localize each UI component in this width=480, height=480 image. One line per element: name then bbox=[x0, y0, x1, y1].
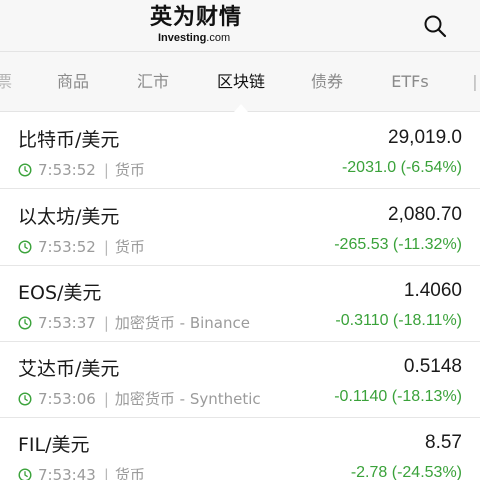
update-time: 7:53:52 bbox=[38, 237, 96, 256]
logo-en: Investing.com bbox=[150, 32, 260, 44]
price-change: -2031.0 (-6.54%) bbox=[341, 159, 462, 176]
tab-commodities[interactable]: 商品 bbox=[48, 52, 98, 112]
instrument-category: 加密货币 - Binance bbox=[114, 314, 250, 332]
clock-icon bbox=[18, 239, 32, 254]
separator: | bbox=[103, 465, 109, 480]
tab-bonds[interactable]: 债券 bbox=[302, 52, 352, 112]
instrument-name: 比特币/美元 bbox=[18, 129, 120, 151]
separator: | bbox=[103, 160, 109, 179]
update-time: 7:53:06 bbox=[38, 389, 96, 408]
logo[interactable]: 英为财情 Investing.com bbox=[150, 6, 260, 46]
separator: | bbox=[103, 313, 109, 332]
price-change: -0.1140 (-18.13%) bbox=[334, 388, 462, 405]
list-item[interactable]: 艾达币/美元 0.5148 7:53:06 | 加密货币 - Synthetic -… bbox=[0, 342, 480, 418]
clock-icon bbox=[18, 391, 32, 406]
instrument-price: 2,080.70 bbox=[388, 204, 462, 225]
instrument-meta: 7:53:37 | 加密货币 - Binance bbox=[18, 312, 250, 333]
tab-stocks-partial[interactable]: 票 bbox=[0, 52, 16, 112]
category-tabs: 票 商品 汇市 区块链 债券 ETFs | bbox=[0, 52, 480, 112]
logo-en-suffix: .com bbox=[206, 32, 231, 44]
instrument-name: EOS/美元 bbox=[18, 282, 102, 304]
price-change: -0.3110 (-18.11%) bbox=[335, 312, 462, 329]
instrument-meta: 7:53:52 | 货币 bbox=[18, 236, 145, 257]
price-change: -2.78 (-24.53%) bbox=[350, 464, 462, 480]
instrument-name: FIL/美元 bbox=[18, 434, 90, 456]
instrument-name: 以太坊/美元 bbox=[18, 206, 120, 228]
tab-more-partial[interactable]: | bbox=[470, 52, 480, 112]
active-tab-indicator bbox=[234, 104, 248, 112]
instrument-name: 艾达币/美元 bbox=[18, 358, 120, 380]
list-item[interactable]: FIL/美元 8.57 7:53:43 | 货币 -2.78 (-24.53%) bbox=[0, 418, 480, 480]
instrument-category: 加密货币 - Synthetic bbox=[114, 390, 261, 408]
instrument-category: 货币 bbox=[114, 161, 145, 179]
tab-blockchain[interactable]: 区块链 bbox=[212, 52, 270, 112]
clock-icon bbox=[18, 315, 32, 330]
list-item[interactable]: 比特币/美元 29,019.0 7:53:52 | 货币 -2031.0 (-6.5… bbox=[0, 113, 480, 189]
clock-icon bbox=[18, 162, 32, 177]
update-time: 7:53:37 bbox=[38, 313, 96, 332]
instrument-price: 8.57 bbox=[425, 432, 462, 453]
tab-forex[interactable]: 汇市 bbox=[128, 52, 178, 112]
search-button[interactable] bbox=[420, 12, 452, 42]
update-time: 7:53:52 bbox=[38, 160, 96, 179]
instrument-price: 29,019.0 bbox=[388, 127, 462, 148]
price-change: -265.53 (-11.32%) bbox=[334, 236, 462, 253]
instrument-price: 0.5148 bbox=[403, 356, 462, 377]
app-header: 英为财情 Investing.com bbox=[0, 0, 480, 52]
separator: | bbox=[103, 237, 109, 256]
search-icon bbox=[424, 15, 447, 38]
instrument-meta: 7:53:52 | 货币 bbox=[18, 159, 145, 180]
instrument-category: 货币 bbox=[114, 238, 145, 256]
logo-en-main: Investing bbox=[158, 32, 207, 44]
tab-etfs[interactable]: ETFs bbox=[382, 52, 438, 112]
instrument-meta: 7:53:06 | 加密货币 - Synthetic bbox=[18, 388, 261, 409]
instrument-meta: 7:53:43 | 货币 bbox=[18, 464, 145, 480]
clock-icon bbox=[18, 468, 32, 480]
list-item[interactable]: 以太坊/美元 2,080.70 7:53:52 | 货币 -265.53 (-11.… bbox=[0, 190, 480, 266]
separator: | bbox=[103, 389, 109, 408]
update-time: 7:53:43 bbox=[38, 465, 96, 480]
logo-cn: 英为财情 bbox=[150, 5, 243, 30]
instrument-category: 货币 bbox=[114, 466, 145, 480]
instrument-price: 1.4060 bbox=[403, 280, 462, 301]
list-item[interactable]: EOS/美元 1.4060 7:53:37 | 加密货币 - Binance -0.… bbox=[0, 266, 480, 342]
